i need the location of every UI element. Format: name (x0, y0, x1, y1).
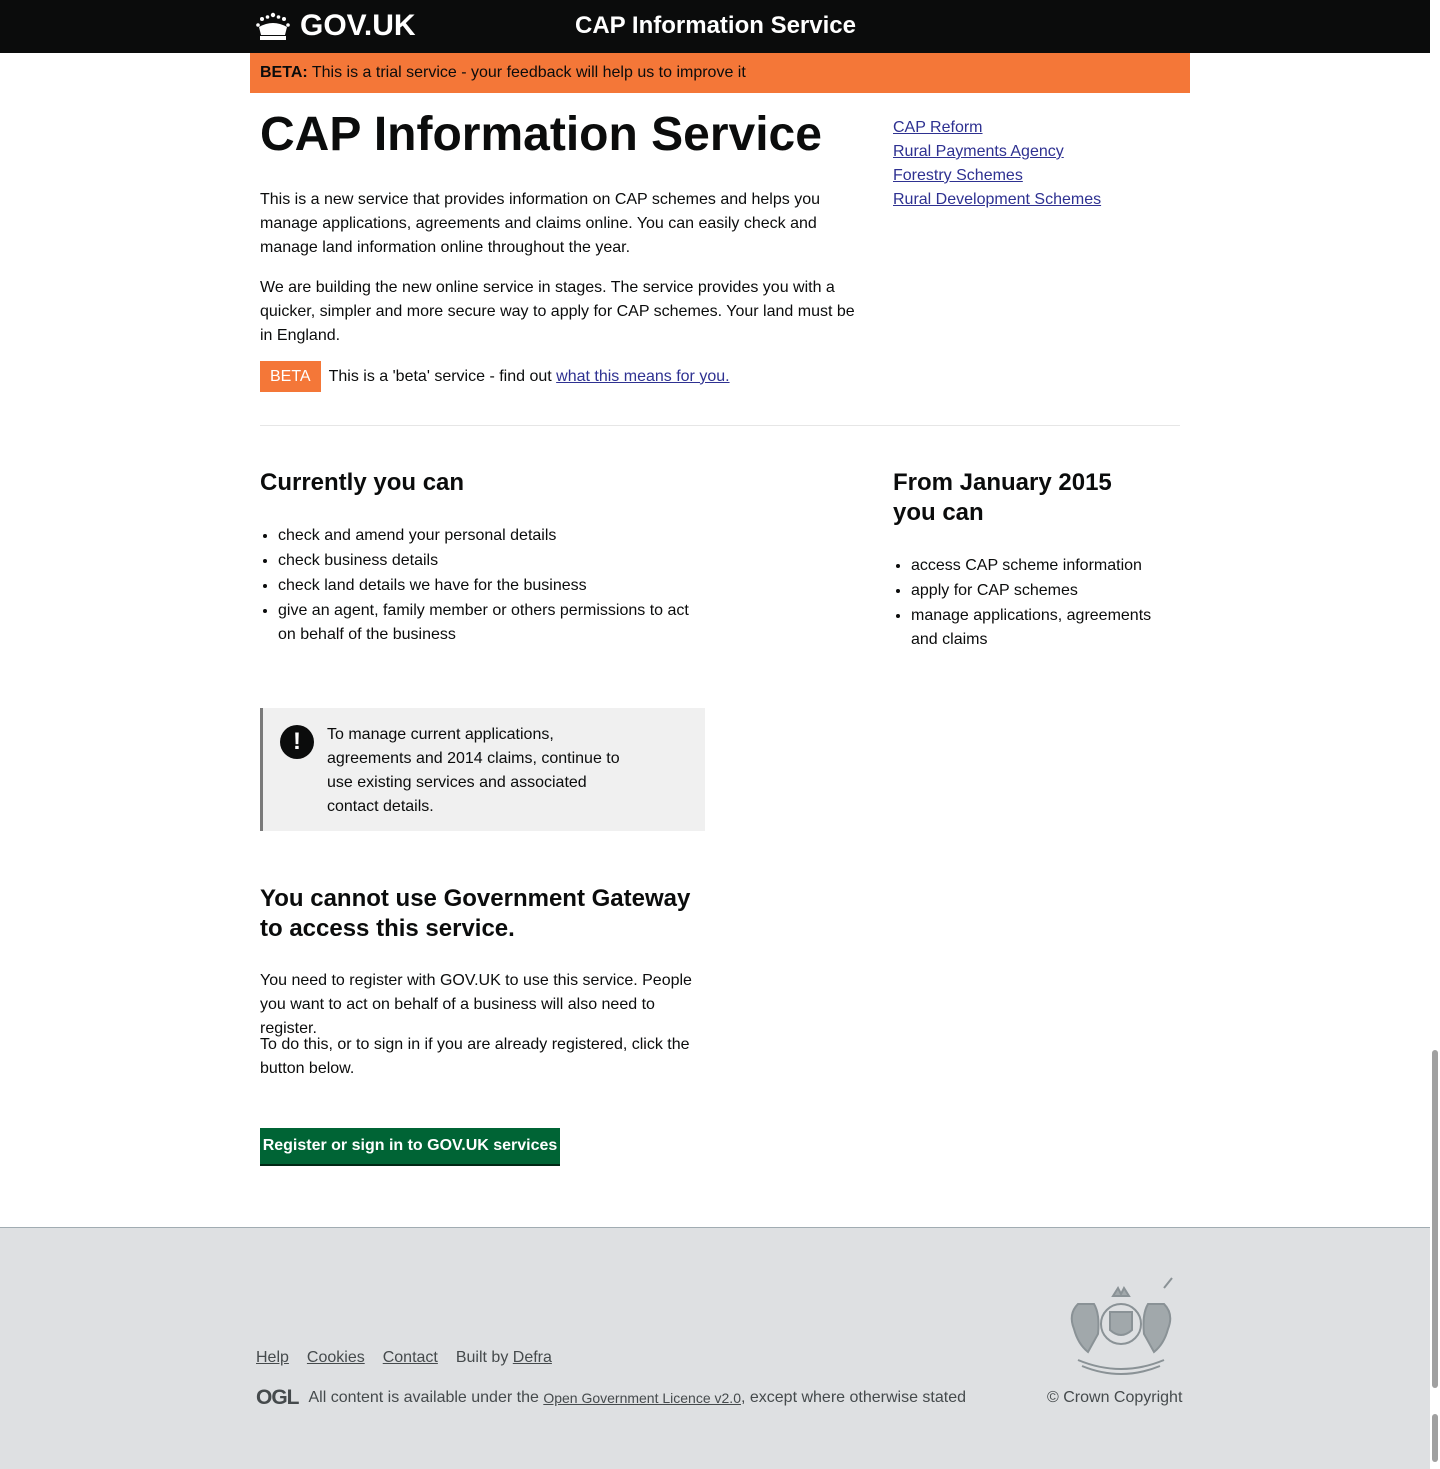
intro-paragraph-1: This is a new service that provides info… (260, 191, 820, 256)
beta-banner: BETA: This is a trial service - your fee… (250, 53, 1190, 93)
currently-heading: Currently you can (260, 469, 465, 496)
list-item: apply for CAP schemes (911, 578, 1181, 603)
gateway-heading: You cannot use Government Gateway to acc… (260, 885, 691, 942)
licence-pre-text: All content is available under the (308, 1389, 544, 1406)
logo-text: GOV.UK (300, 9, 416, 42)
page-scrollbar[interactable] (1430, 0, 1440, 1469)
footer-links: Help Cookies Contact Built by Defra (256, 1346, 552, 1370)
list-item: give an agent, family member or others p… (278, 598, 708, 647)
currently-list: check and amend your personal details ch… (278, 523, 708, 647)
list-item: manage applications, agreements and clai… (911, 603, 1181, 652)
site-footer: Help Cookies Contact Built by Defra OGL … (0, 1227, 1430, 1469)
future-heading: From January 2015 you can (893, 469, 1112, 526)
intro-paragraph-2: We are building the new online service i… (260, 279, 855, 344)
link-cap-reform[interactable]: CAP Reform (893, 116, 1101, 140)
footer-cookies-link[interactable]: Cookies (307, 1346, 365, 1370)
ogl-logo: OGL (256, 1386, 299, 1409)
licence-info: OGL All content is available under the O… (256, 1386, 966, 1410)
important-notice: ! To manage current applications, agreem… (260, 708, 705, 831)
register-sign-in-button[interactable]: Register or sign in to GOV.UK services (260, 1128, 560, 1166)
link-rural-development-schemes[interactable]: Rural Development Schemes (893, 188, 1101, 212)
future-list: access CAP scheme information apply for … (911, 553, 1181, 652)
footer-help-link[interactable]: Help (256, 1346, 289, 1370)
beta-info-link[interactable]: what this means for you. (556, 366, 729, 388)
govuk-logo-link[interactable]: GOV.UK (256, 10, 416, 42)
beta-banner-label: BETA: (260, 64, 308, 81)
licence-post-text: , except where otherwise stated (740, 1389, 966, 1406)
exclamation-icon: ! (280, 725, 314, 759)
gateway-paragraph-1: You need to register with GOV.UK to use … (260, 972, 692, 1037)
scrollbar-thumb[interactable] (1432, 1050, 1438, 1388)
notice-text: To manage current applications, agreemen… (327, 726, 620, 815)
beta-notice-text: This is a 'beta' service - find out (328, 367, 557, 385)
built-by: Built by Defra (456, 1346, 552, 1370)
page-title: CAP Information Service (260, 108, 822, 161)
gateway-paragraph-2: To do this, or to sign in if you are alr… (260, 1036, 690, 1077)
service-name-link[interactable]: CAP Information Service (575, 12, 856, 40)
site-header: GOV.UK CAP Information Service (0, 0, 1440, 53)
related-links: CAP Reform Rural Payments Agency Forestr… (893, 116, 1101, 212)
list-item: check and amend your personal details (278, 523, 708, 548)
link-rural-payments-agency[interactable]: Rural Payments Agency (893, 140, 1101, 164)
beta-notice: BETA This is a 'beta' service - find out… (260, 361, 730, 392)
link-forestry-schemes[interactable]: Forestry Schemes (893, 164, 1101, 188)
list-item: check land details we have for the busin… (278, 573, 708, 598)
crown-icon (256, 12, 290, 40)
crown-copyright: © Crown Copyright (1047, 1389, 1183, 1406)
footer-defra-link[interactable]: Defra (513, 1349, 552, 1366)
royal-coat-of-arms-icon (1070, 1277, 1173, 1375)
section-divider (260, 425, 1180, 426)
beta-banner-text: This is a trial service - your feedback … (311, 64, 746, 81)
list-item: check business details (278, 548, 708, 573)
list-item: access CAP scheme information (911, 553, 1181, 578)
footer-contact-link[interactable]: Contact (383, 1346, 438, 1370)
scrollbar-thumb-lower[interactable] (1432, 1414, 1438, 1462)
ogl-licence-link[interactable]: Open Government Licence v2.0 (543, 1386, 741, 1410)
built-by-text: Built by (455, 1349, 513, 1366)
beta-tag: BETA (260, 361, 321, 392)
